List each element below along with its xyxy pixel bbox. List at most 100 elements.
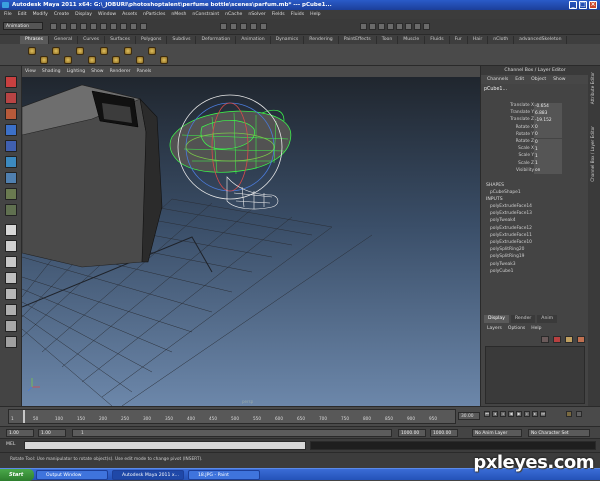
shape-node[interactable]: pCubeShape1 (490, 190, 521, 195)
panel-menu-show[interactable]: Show (91, 69, 103, 74)
move-down-layer-icon[interactable] (577, 336, 585, 343)
panel-menu-lighting[interactable]: Lighting (67, 69, 86, 74)
shelf-tool-icon[interactable] (160, 56, 168, 64)
shelf-tab-surfaces[interactable]: Surfaces (105, 36, 136, 44)
menu-nsolver[interactable]: nSolver (248, 12, 265, 17)
panel-menu-shading[interactable]: Shading (42, 69, 61, 74)
shelf-tool-icon[interactable] (40, 56, 48, 64)
shelf-tab-hair[interactable]: Hair (468, 36, 489, 44)
select-component-icon[interactable] (100, 23, 107, 30)
go-to-end-button[interactable]: ⏭ (540, 411, 546, 417)
hypershade-icon[interactable] (250, 23, 257, 30)
open-scene-icon[interactable] (60, 23, 67, 30)
minimize-button[interactable]: _ (569, 1, 577, 9)
end-time-field[interactable]: 1000.00 (430, 429, 458, 437)
soft-mod-icon[interactable] (5, 188, 17, 200)
status-toggle-icon[interactable] (423, 23, 430, 30)
paint-select-icon[interactable] (5, 108, 17, 120)
layer-tab-render[interactable]: Render (510, 315, 536, 323)
close-button[interactable]: × (589, 1, 597, 9)
shelf-tool-icon[interactable] (148, 47, 156, 55)
status-toggle-icon[interactable] (414, 23, 421, 30)
ipr-render-icon[interactable] (230, 23, 237, 30)
command-language-label[interactable]: MEL (6, 442, 15, 447)
select-object-icon[interactable] (90, 23, 97, 30)
select-hierarchy-icon[interactable] (80, 23, 87, 30)
channel-menu-show[interactable]: Show (553, 77, 565, 82)
step-back-key-button[interactable]: ◃ (500, 411, 506, 417)
anim-prefs-icon[interactable] (576, 411, 582, 417)
layer-list[interactable] (485, 346, 585, 404)
save-scene-icon[interactable] (70, 23, 77, 30)
status-toggle-icon[interactable] (369, 23, 376, 30)
shelf-tab-animation[interactable]: Animation (236, 36, 271, 44)
menu-window[interactable]: Window (98, 12, 116, 17)
input-history-node[interactable]: polySplitRing19 (490, 254, 524, 259)
step-forward-button[interactable]: ▸ (532, 411, 538, 417)
layer-tab-anim[interactable]: Anim (537, 315, 558, 323)
persp-outliner-layout-icon[interactable] (5, 272, 17, 284)
menu-edit[interactable]: Edit (18, 12, 27, 17)
menu-create[interactable]: Create (54, 12, 69, 17)
shelf-tool-icon[interactable] (28, 47, 36, 55)
snap-curve-icon[interactable] (120, 23, 127, 30)
shelf-tab-general[interactable]: General (49, 36, 79, 44)
shelf-tab-muscle[interactable]: Muscle (398, 36, 426, 44)
single-pane-layout-icon[interactable] (5, 224, 17, 236)
outliner-layout-icon[interactable] (5, 320, 17, 332)
manipulator-icon[interactable] (5, 172, 17, 184)
panel-menu-panels[interactable]: Panels (137, 69, 152, 74)
shelf-tab-fur[interactable]: Fur (450, 36, 468, 44)
selected-object-name[interactable]: pCube1... (484, 86, 586, 94)
lasso-tool-icon[interactable] (5, 92, 17, 104)
anim-layer-select[interactable]: No Anim Layer (472, 429, 522, 437)
input-history-node[interactable]: polyTweak3 (490, 262, 516, 267)
input-history-node[interactable]: polyExtrudeFace14 (490, 204, 532, 209)
menu-assets[interactable]: Assets (122, 12, 137, 17)
auto-key-icon[interactable] (566, 411, 572, 417)
menu-help[interactable]: Help (310, 12, 320, 17)
channel-menu-object[interactable]: Object (531, 77, 546, 82)
render-frame-icon[interactable] (220, 23, 227, 30)
scale-tool-icon[interactable] (5, 156, 17, 168)
layer-tab-display[interactable]: Display (484, 315, 509, 323)
input-history-node[interactable]: polyCube1 (490, 269, 513, 274)
channel-menu-edit[interactable]: Edit (515, 77, 524, 82)
range-start-handle[interactable]: 1 (81, 430, 84, 437)
input-history-node[interactable]: polyExtrudeFace13 (490, 211, 532, 216)
input-history-node[interactable]: polyTweak4 (490, 218, 516, 223)
input-line-icon[interactable] (260, 23, 267, 30)
shelf-tool-icon[interactable] (76, 47, 84, 55)
shelf-tab-curves[interactable]: Curves (78, 36, 106, 44)
command-input[interactable] (24, 441, 306, 450)
side-by-side-layout-icon[interactable] (5, 256, 17, 268)
shelf-tool-icon[interactable] (124, 47, 132, 55)
shelf-tab-rendering[interactable]: Rendering (304, 36, 339, 44)
new-layer-selected-icon[interactable] (553, 336, 561, 343)
channel-menu-channels[interactable]: Channels (487, 77, 508, 82)
shelf-tab-fluids[interactable]: Fluids (425, 36, 450, 44)
shelf-tab-painteffects[interactable]: PaintEffects (339, 36, 377, 44)
channel-box-tab[interactable]: Channel Box / Layer Editor (590, 126, 598, 182)
layer-menu-help[interactable]: Help (531, 326, 541, 331)
custom-layout-icon[interactable] (5, 336, 17, 348)
snap-surface-icon[interactable] (140, 23, 147, 30)
menu-fluids[interactable]: Fluids (291, 12, 304, 17)
character-set-select[interactable]: No Character Set (528, 429, 590, 437)
shelf-tab-polygons[interactable]: Polygons (136, 36, 168, 44)
shelf-tab-ncloth[interactable]: nCloth (488, 36, 515, 44)
input-history-node[interactable]: polyExtrudeFace10 (490, 240, 532, 245)
input-history-node[interactable]: polyExtrudeFace12 (490, 226, 532, 231)
panel-menu-view[interactable]: View (25, 69, 36, 74)
status-toggle-icon[interactable] (387, 23, 394, 30)
step-back-button[interactable]: ◂ (492, 411, 498, 417)
shelf-tab-subdivs[interactable]: Subdivs (167, 36, 197, 44)
menu-set-select[interactable]: Animation (3, 22, 43, 30)
select-tool-icon[interactable] (5, 76, 17, 88)
menu-ncache[interactable]: nCache (225, 12, 242, 17)
shelf-tab-dynamics[interactable]: Dynamics (271, 36, 305, 44)
attribute-value-field[interactable]: on (534, 167, 562, 175)
attribute-editor-tab[interactable]: Attribute Editor (590, 72, 598, 104)
shelf-tool-icon[interactable] (64, 56, 72, 64)
new-layer-icon[interactable] (541, 336, 549, 343)
